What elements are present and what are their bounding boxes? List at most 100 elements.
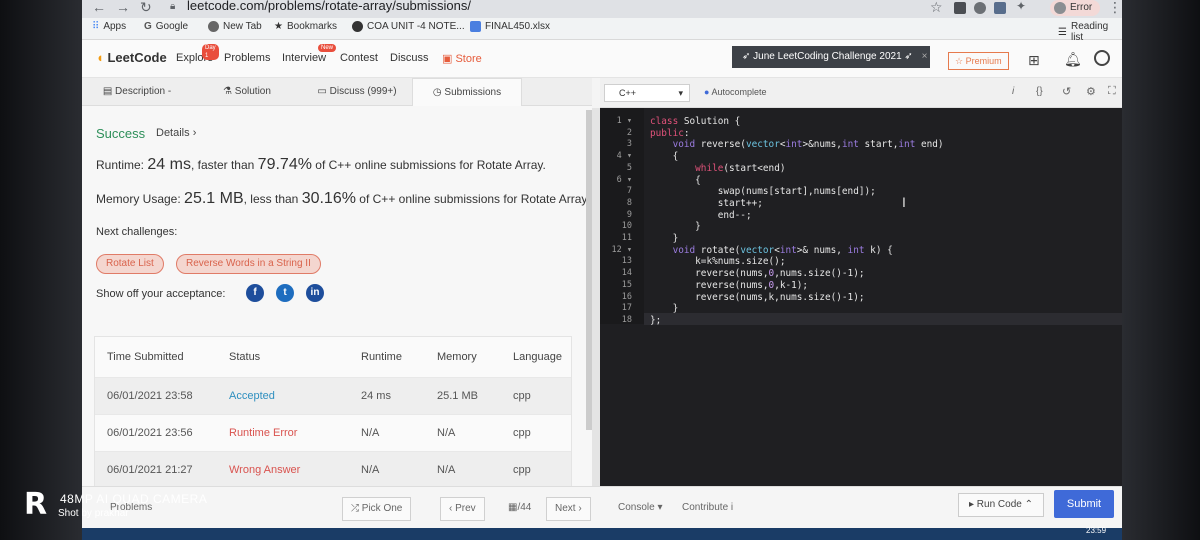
table-row[interactable]: 06/01/2021 23:56 Runtime Error N/A N/A c… [95, 414, 571, 451]
autocomplete-label: Autocomplete [711, 87, 767, 97]
pane-divider[interactable] [592, 108, 600, 496]
sheet-icon [470, 21, 481, 32]
submit-button[interactable]: Submit [1054, 490, 1114, 518]
extension-icon[interactable] [994, 2, 1006, 14]
fullscreen-icon[interactable]: ⛶ [1108, 85, 1116, 98]
extension-icon[interactable] [954, 2, 966, 14]
puzzle-icon[interactable]: ✦ [1016, 0, 1026, 13]
code-line[interactable]: end--; [650, 210, 752, 221]
gear-icon[interactable]: ⚙ [1086, 85, 1096, 98]
extension-icon[interactable] [974, 2, 986, 14]
code-line[interactable]: } [650, 303, 679, 314]
cell-memory: 25.1 MB [437, 390, 478, 402]
memory-tail: of C++ online submissions for Rotate Arr… [359, 192, 590, 206]
bookmark-bookmarks[interactable]: ★ Bookmarks [274, 21, 337, 32]
code-line[interactable]: start++; [650, 198, 763, 209]
chevron-right-icon: › [578, 503, 582, 514]
nav-label: Interview [282, 52, 327, 64]
cell-status[interactable]: Runtime Error [229, 427, 297, 439]
code-line[interactable]: while(start<end) [650, 163, 785, 174]
leetcode-logo[interactable]: ◖ LeetCode [96, 50, 167, 65]
details-link[interactable]: Details › [156, 127, 196, 139]
code-line[interactable]: reverse(nums,k,nums.size()-1); [650, 292, 864, 303]
playground-icon[interactable]: ⊞ [1028, 52, 1040, 69]
run-code-label: Run Code [976, 499, 1022, 510]
challenge-reverse-words[interactable]: Reverse Words in a String II [176, 254, 321, 274]
kebab-menu-icon[interactable]: ⋮ [1108, 0, 1122, 16]
bookmark-coa[interactable]: COA UNIT -4 NOTE... [352, 21, 465, 32]
braces-icon[interactable]: {} [1036, 86, 1043, 97]
twitter-icon[interactable]: t [276, 284, 294, 302]
bookmark-new-tab[interactable]: New Tab [208, 21, 262, 32]
console-button[interactable]: Console ▾ [610, 497, 671, 521]
nav-discuss[interactable]: Discuss [390, 52, 429, 64]
reset-icon[interactable]: ↺ [1062, 85, 1071, 98]
bookmark-label: COA UNIT -4 NOTE... [367, 21, 465, 32]
next-label: Next [555, 503, 576, 514]
contribute-button[interactable]: Contribute i [674, 497, 741, 521]
table-row[interactable]: 06/01/2021 21:27 Wrong Answer N/A N/A cp… [95, 451, 571, 488]
tab-submissions[interactable]: ◷ Submissions [412, 78, 522, 106]
linkedin-icon[interactable]: in [306, 284, 324, 302]
table-header: Time Submitted Status Runtime Memory Lan… [95, 337, 571, 377]
pick-one-button[interactable]: ⤮ Pick One [342, 497, 412, 521]
facebook-icon[interactable]: f [246, 284, 264, 302]
next-button[interactable]: Next › [546, 497, 591, 521]
code-line[interactable]: { [650, 175, 701, 186]
code-editor[interactable]: 1 ▾ 2 3 4 ▾ 5 6 ▾ 7 8 9 10 11 12 ▾ 13 14 15 … [600, 108, 1122, 486]
prev-button[interactable]: ‹ Prev [440, 497, 485, 521]
close-icon[interactable]: × [922, 51, 928, 62]
clock-icon: ◷ [432, 87, 442, 98]
star-icon[interactable]: ☆ [930, 0, 943, 16]
code-line[interactable]: swap(nums[start],nums[end]); [650, 186, 876, 197]
run-code-button[interactable]: ▸ Run Code ⌃ [958, 493, 1044, 517]
line-number: 7 [626, 186, 632, 197]
cell-time: 06/01/2021 23:56 [107, 427, 193, 439]
chat-icon: ▭ [317, 86, 327, 97]
code-line[interactable]: } [650, 233, 679, 244]
code-line[interactable]: k=k%nums.size(); [650, 256, 785, 267]
tab-solution[interactable]: ⚗ Solution [192, 78, 302, 106]
reload-icon[interactable]: ↻ [140, 0, 152, 16]
cell-status[interactable]: Wrong Answer [229, 464, 300, 476]
line-number: 18 [621, 314, 632, 325]
bookmark-apps[interactable]: ⠿ Apps [92, 21, 126, 32]
bookmark-final450[interactable]: FINAL450.xlsx [470, 21, 550, 32]
code-line[interactable]: public: [650, 128, 690, 139]
tab-discuss[interactable]: ▭ Discuss (999+) [302, 78, 412, 106]
tab-description[interactable]: ▤ Description - [82, 78, 192, 106]
code-line[interactable]: reverse(nums,0,nums.size()-1); [650, 268, 864, 279]
language-select[interactable]: C++ ▾ [604, 84, 690, 102]
url-text[interactable]: leetcode.com/problems/rotate-array/submi… [187, 0, 471, 13]
challenge-rotate-list[interactable]: Rotate List [96, 254, 164, 274]
back-arrow-icon[interactable]: ← [92, 0, 106, 15]
monitor-bezel-right [1122, 0, 1200, 540]
challenge-banner[interactable]: ➶ June LeetCoding Challenge 2021 ➶ × [732, 46, 930, 68]
code-line[interactable]: reverse(nums,0,k-1); [650, 280, 808, 291]
code-line[interactable]: } [650, 221, 701, 232]
nav-explore[interactable]: Explore Day 1 [176, 44, 219, 64]
code-line[interactable]: }; [650, 315, 661, 326]
bell-icon[interactable]: 🔔︎ [1064, 51, 1082, 68]
nav-interview[interactable]: Interview New [282, 44, 337, 64]
premium-button[interactable]: ☆ Premium [948, 52, 1009, 70]
avatar [1054, 2, 1066, 14]
info-icon[interactable]: i [1012, 86, 1014, 97]
cell-status[interactable]: Accepted [229, 390, 275, 402]
code-line[interactable]: class Solution { [650, 116, 740, 127]
nav-problems[interactable]: Problems [224, 52, 270, 64]
code-line[interactable]: void reverse(vector<int>&nums,int start,… [650, 139, 944, 150]
profile-error-badge[interactable]: Error [1050, 0, 1101, 16]
line-number: 10 [621, 221, 632, 232]
code-line[interactable]: { [650, 151, 679, 162]
code-line[interactable]: void rotate(vector<int>& nums, int k) { [650, 245, 893, 256]
table-row[interactable]: 06/01/2021 23:58 Accepted 24 ms 25.1 MB … [95, 377, 571, 414]
globe-icon [352, 21, 363, 32]
forward-arrow-icon[interactable]: → [116, 0, 130, 15]
bookmark-google[interactable]: G Google [144, 21, 188, 32]
autocomplete-toggle[interactable]: ● Autocomplete [704, 87, 767, 97]
nav-contest[interactable]: Contest [340, 52, 378, 64]
line-number: 11 [621, 233, 632, 243]
avatar[interactable] [1094, 50, 1110, 66]
nav-store[interactable]: ▣ Store [442, 52, 482, 65]
